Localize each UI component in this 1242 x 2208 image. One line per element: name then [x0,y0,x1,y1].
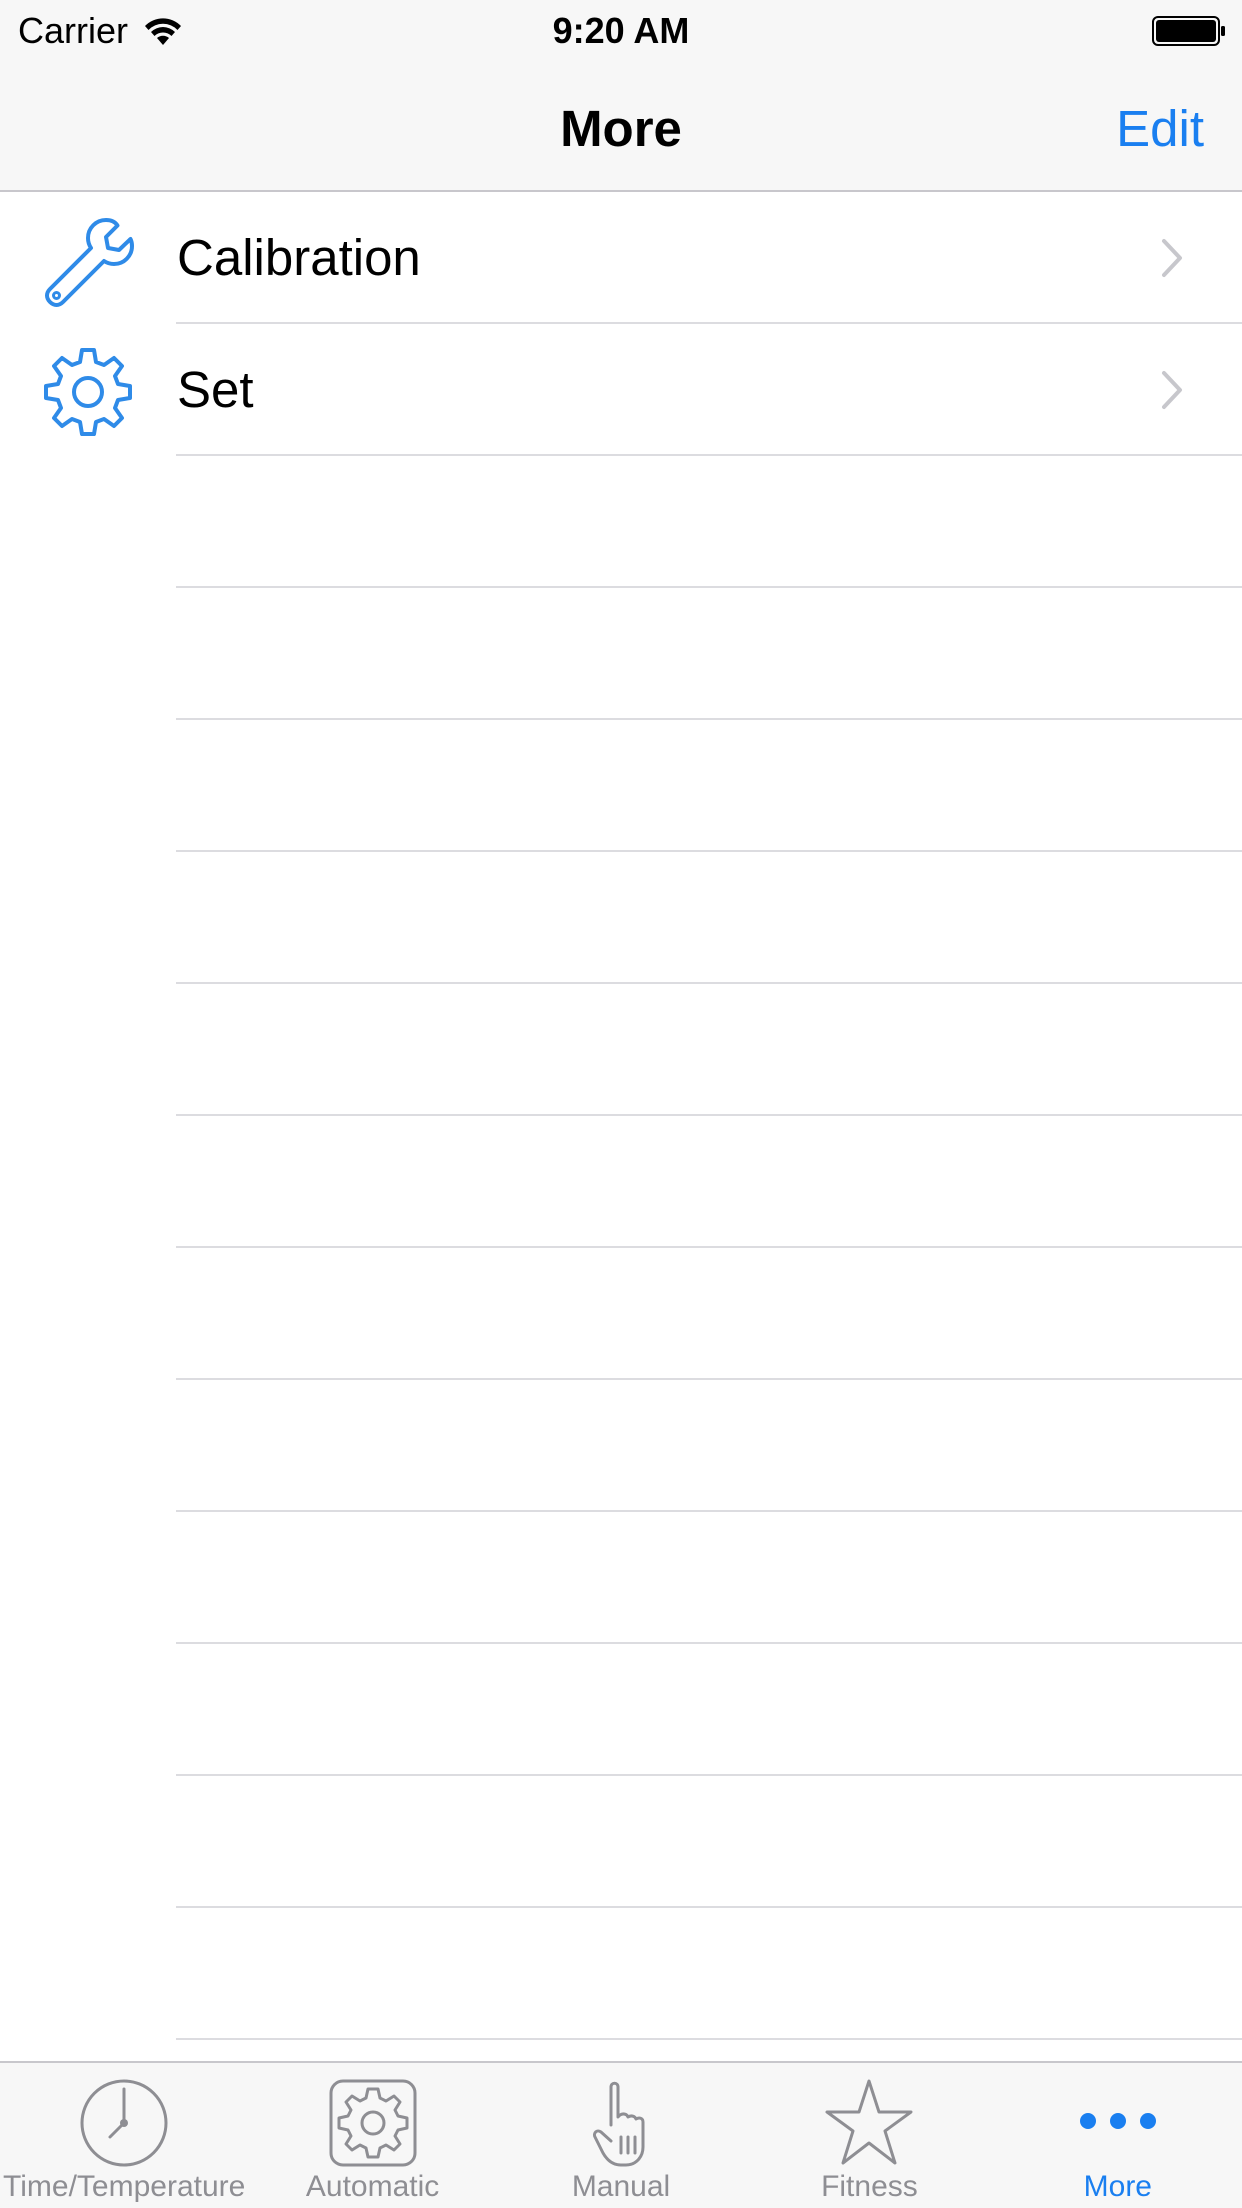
more-dots-icon [1079,2113,1156,2129]
wrench-icon [45,218,134,307]
tab-label: More [1083,2170,1152,2203]
tab-label: Time/Temperature [3,2170,246,2203]
tab-label: Automatic [305,2170,440,2203]
battery-icon [1152,16,1225,46]
empty-row [0,1116,1242,1248]
edit-button[interactable]: Edit [1116,100,1204,158]
tab-label: Fitness [821,2170,918,2203]
empty-row [0,984,1242,1116]
navigation-bar: More Edit [0,60,1242,192]
empty-row [0,1248,1242,1380]
tab-time-temperature[interactable]: Time/Temperature [0,2063,248,2208]
list-item-label: Calibration [177,229,421,286]
tab-fitness[interactable]: Fitness [745,2063,993,2208]
empty-row [0,1644,1242,1776]
status-bar: Carrier 9:20 AM [0,0,1242,60]
tab-manual[interactable]: Manual [497,2063,745,2208]
list-item-label: Set [177,361,254,418]
automatic-gear-icon [329,2079,417,2167]
star-icon [825,2079,913,2165]
tab-more[interactable]: More [994,2063,1242,2208]
hand-icon [593,2081,645,2167]
empty-row [0,588,1242,720]
more-list: Calibration Set [0,192,1242,2061]
chevron-right-icon [1162,371,1182,409]
list-item-calibration[interactable]: Calibration [0,192,1242,324]
empty-row [0,456,1242,588]
screen: Carrier 9:20 AM More Edit Calibration Se… [0,0,1242,2208]
empty-row [0,1380,1242,1512]
empty-row [0,1776,1242,1908]
list-item-set[interactable]: Set [0,324,1242,456]
empty-row [0,1908,1242,2040]
empty-row [0,852,1242,984]
gear-icon [44,348,132,436]
tab-label: Manual [571,2170,671,2203]
chevron-right-icon [1162,239,1182,277]
clock-icon [80,2079,168,2167]
tab-automatic[interactable]: Automatic [248,2063,496,2208]
page-title: More [560,100,682,157]
empty-row [0,720,1242,852]
status-time: 9:20 AM [552,10,690,51]
tab-bar: Time/Temperature Automatic Manual Fitnes… [0,2061,1242,2208]
empty-row [0,1512,1242,1644]
